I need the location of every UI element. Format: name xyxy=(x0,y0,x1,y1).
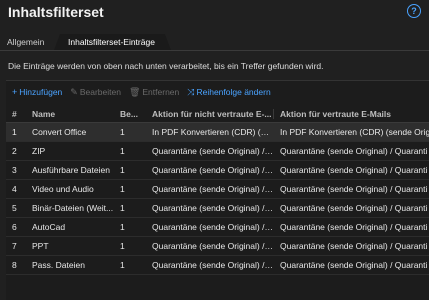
tab-divider xyxy=(0,50,429,51)
tab-allgemein[interactable]: Allgemein xyxy=(0,34,51,50)
cell-be: 1 xyxy=(120,222,125,232)
help-icon[interactable]: ? xyxy=(407,4,421,18)
edit-button[interactable]: ✎ Bearbeiten xyxy=(70,86,121,98)
cell-name: AutoCad xyxy=(32,222,66,232)
cell-untrusted-action: Quarantäne (sende Original) / ... xyxy=(152,146,274,156)
cell-trusted-action: Quarantäne (sende Original) / Quaranti xyxy=(280,184,428,194)
remove-button-label: Entfernen xyxy=(142,87,180,97)
tab-inhaltsfilterset-eintraege[interactable]: Inhaltsfilterset-Einträge xyxy=(54,34,171,50)
cell-be: 1 xyxy=(120,203,125,213)
cell-untrusted-action: Quarantäne (sende Original) / ... xyxy=(152,260,274,270)
table-row[interactable]: 3 Ausführbare Dateien 1 Quarantäne (sende O… xyxy=(6,161,429,180)
description-text: Die Einträge werden von oben nach unten … xyxy=(8,61,324,71)
cell-number: 2 xyxy=(12,146,17,156)
cell-trusted-action: Quarantäne (sende Original) / Quaranti xyxy=(280,241,428,251)
trash-icon: 🗑 xyxy=(128,86,141,97)
table-row[interactable]: 8 Pass. Dateien 1 Quarantäne (sende Origina… xyxy=(6,256,429,275)
table-header: # Name Be... Aktion für nicht vertraute … xyxy=(6,105,429,123)
cell-trusted-action: Quarantäne (sende Original) / Quaranti xyxy=(280,260,428,270)
table-row[interactable]: 2 ZIP 1 Quarantäne (sende Original) / ... Qu… xyxy=(6,142,429,161)
cell-trusted-action: Quarantäne (sende Original) / Quaranti xyxy=(280,146,428,156)
cell-number: 8 xyxy=(12,260,17,270)
cell-number: 1 xyxy=(12,127,17,137)
cell-be: 1 xyxy=(120,127,125,137)
remove-button[interactable]: 🗑 Entfernen xyxy=(129,86,179,98)
cell-name: Pass. Dateien xyxy=(32,260,85,270)
page-title: Inhaltsfilterset xyxy=(8,4,104,20)
cell-trusted-action: In PDF Konvertieren (CDR) (sende Origi xyxy=(280,127,429,137)
entries-table: # Name Be... Aktion für nicht vertraute … xyxy=(6,105,429,275)
column-header-untrusted-action[interactable]: Aktion für nicht vertraute E-... xyxy=(146,108,274,119)
table-row[interactable]: 1 Convert Office 1 In PDF Konvertieren (CDR… xyxy=(6,123,429,142)
entries-panel: + Hinzufügen ✎ Bearbeiten 🗑 Entfernen ⤨ … xyxy=(6,80,429,300)
cell-number: 3 xyxy=(12,165,17,175)
column-header-trusted-action[interactable]: Aktion für vertraute E-Mails xyxy=(274,109,429,119)
cell-untrusted-action: In PDF Konvertieren (CDR) (sen... xyxy=(152,127,274,137)
plus-icon: + xyxy=(12,87,18,97)
cell-name: ZIP xyxy=(32,146,46,156)
cell-name: PPT xyxy=(32,241,49,251)
reorder-button[interactable]: ⤨ Reihenfolge ändern xyxy=(187,86,270,98)
cell-be: 1 xyxy=(120,260,125,270)
cell-be: 1 xyxy=(120,184,125,194)
cell-number: 6 xyxy=(12,222,17,232)
table-row[interactable]: 5 Binär-Dateien (Weit... 1 Quarantäne (send… xyxy=(6,199,429,218)
edit-button-label: Bearbeiten xyxy=(79,87,121,97)
column-header-number[interactable]: # xyxy=(6,109,26,119)
cell-trusted-action: Quarantäne (sende Original) / Quaranti xyxy=(280,203,428,213)
cell-be: 1 xyxy=(120,165,125,175)
toolbar: + Hinzufügen ✎ Bearbeiten 🗑 Entfernen ⤨ … xyxy=(12,86,271,98)
column-header-be[interactable]: Be... xyxy=(114,109,146,119)
add-button[interactable]: + Hinzufügen xyxy=(12,86,62,98)
reorder-button-label: Reihenfolge ändern xyxy=(196,87,271,97)
column-header-name[interactable]: Name xyxy=(26,109,114,119)
cell-untrusted-action: Quarantäne (sende Original) / ... xyxy=(152,241,274,251)
cell-name: Ausführbare Dateien xyxy=(32,165,110,175)
table-row[interactable]: 4 Video und Audio 1 Quarantäne (sende Origi… xyxy=(6,180,429,199)
shuffle-icon: ⤨ xyxy=(187,86,195,97)
cell-be: 1 xyxy=(120,146,125,156)
cell-name: Convert Office xyxy=(32,127,87,137)
pencil-icon: ✎ xyxy=(70,86,78,97)
cell-untrusted-action: Quarantäne (sende Original) / ... xyxy=(152,203,274,213)
cell-number: 5 xyxy=(12,203,17,213)
cell-untrusted-action: Quarantäne (sende Original) / ... xyxy=(152,165,274,175)
cell-name: Video und Audio xyxy=(32,184,94,194)
cell-number: 7 xyxy=(12,241,17,251)
cell-name: Binär-Dateien (Weit... xyxy=(32,203,114,213)
tab-bar: Allgemein Inhaltsfilterset-Einträge xyxy=(0,34,429,50)
cell-be: 1 xyxy=(120,241,125,251)
cell-trusted-action: Quarantäne (sende Original) / Quaranti xyxy=(280,222,428,232)
cell-untrusted-action: Quarantäne (sende Original) / ... xyxy=(152,184,274,194)
cell-trusted-action: Quarantäne (sende Original) / Quaranti xyxy=(280,165,428,175)
cell-untrusted-action: Quarantäne (sende Original) / ... xyxy=(152,222,274,232)
table-row[interactable]: 6 AutoCad 1 Quarantäne (sende Original) / .… xyxy=(6,218,429,237)
cell-number: 4 xyxy=(12,184,17,194)
table-row[interactable]: 7 PPT 1 Quarantäne (sende Original) / ... Qu… xyxy=(6,237,429,256)
add-button-label: Hinzufügen xyxy=(19,87,63,97)
